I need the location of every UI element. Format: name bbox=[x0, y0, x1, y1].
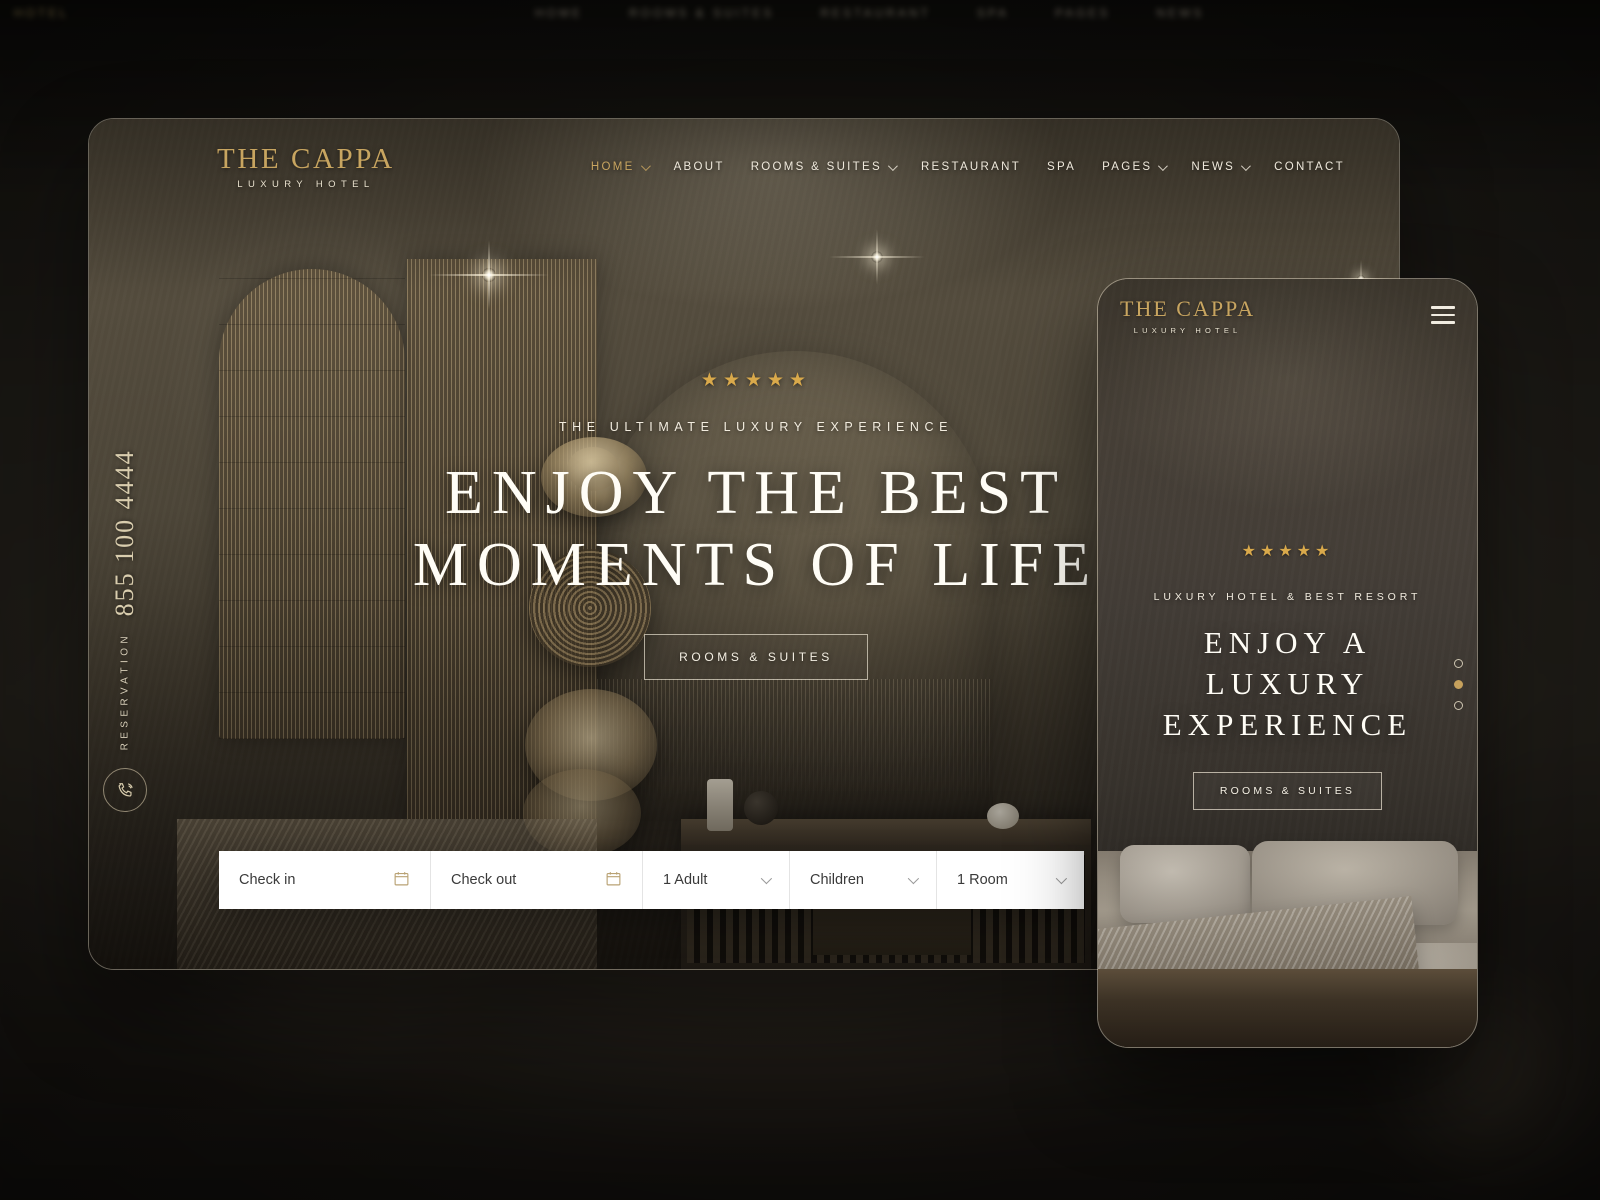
slider-dot[interactable] bbox=[1454, 659, 1463, 668]
calendar-icon bbox=[393, 870, 410, 891]
children-select[interactable]: Children bbox=[790, 851, 937, 909]
nav-item-label: HOME bbox=[590, 161, 635, 173]
calendar-icon bbox=[605, 870, 622, 891]
nav-item-label: RESTAURANT bbox=[920, 161, 1022, 173]
ghost-nav-logo: HOTEL bbox=[14, 6, 70, 20]
ghost-nav-item: SPA bbox=[976, 6, 1009, 20]
ghost-nav-item: NEWS bbox=[1156, 6, 1205, 20]
mobile-logo-mark: THE CAPPA bbox=[1120, 295, 1256, 321]
nav-item-pages[interactable]: PAGES bbox=[1102, 160, 1169, 173]
reservation-vertical-text: RESERVATION 855 100 4444 bbox=[110, 449, 140, 750]
hamburger-menu-icon[interactable] bbox=[1431, 306, 1455, 324]
chevron-down-icon bbox=[760, 872, 773, 885]
chevron-down-icon bbox=[1158, 160, 1169, 171]
mobile-header: THE CAPPA LUXURY HOTEL bbox=[1098, 279, 1477, 351]
rooms-select[interactable]: 1 Room bbox=[937, 851, 1084, 909]
phone-icon bbox=[118, 783, 133, 797]
star-rating-icons: ★★★★★ bbox=[700, 370, 812, 391]
nav-item-label: ROOMS & SUITES bbox=[750, 161, 882, 173]
site-logo[interactable]: THE CAPPA LUXURY HOTEL bbox=[217, 142, 395, 190]
rooms-value: 1 Room bbox=[957, 872, 1008, 888]
nav-item-home[interactable]: HOME bbox=[590, 160, 651, 173]
ghost-nav-item: HOME bbox=[535, 6, 584, 20]
mobile-star-rating-icons: ★★★★★ bbox=[1241, 543, 1334, 560]
nav-item-about[interactable]: ABOUT bbox=[674, 161, 725, 173]
mobile-logo-subtitle: LUXURY HOTEL bbox=[1133, 325, 1242, 335]
backdrop-ghost-nav: HOTEL HOME ROOMS & SUITES RESTAURANT SPA… bbox=[0, 0, 1600, 26]
checkin-field[interactable]: Check in bbox=[219, 851, 431, 909]
mobile-hero-eyebrow: LUXURY HOTEL & BEST RESORT bbox=[1153, 591, 1422, 603]
reservation-label: RESERVATION bbox=[119, 632, 131, 751]
nav-item-label: SPA bbox=[1047, 161, 1077, 173]
slider-dot[interactable] bbox=[1454, 701, 1463, 710]
mobile-slider-dots bbox=[1454, 659, 1463, 710]
nav-item-news[interactable]: NEWS bbox=[1191, 160, 1251, 173]
mobile-rooms-suites-button[interactable]: ROOMS & SUITES bbox=[1192, 771, 1383, 810]
checkin-value: Check in bbox=[239, 872, 296, 888]
chevron-down-icon bbox=[907, 872, 920, 885]
nav-item-spa[interactable]: SPA bbox=[1047, 161, 1076, 173]
checkout-value: Check out bbox=[451, 872, 517, 888]
rooms-suites-button[interactable]: ROOMS & SUITES bbox=[644, 633, 868, 680]
logo-mark: THE CAPPA bbox=[217, 142, 395, 175]
reservation-phone-number[interactable]: 855 100 4444 bbox=[110, 449, 140, 616]
nav-item-restaurant[interactable]: RESTAURANT bbox=[921, 161, 1021, 173]
mobile-mockup: THE CAPPA LUXURY HOTEL ★★★★★ LUXURY HOTE… bbox=[1097, 278, 1478, 1048]
reservation-rail: RESERVATION 855 100 4444 bbox=[103, 449, 147, 813]
nav-item-rooms-suites[interactable]: ROOMS & SUITES bbox=[750, 160, 898, 173]
mobile-site-logo[interactable]: THE CAPPA LUXURY HOTEL bbox=[1120, 296, 1255, 335]
booking-bar: Check in Check out 1 Adult Children 1 Ro… bbox=[219, 851, 1084, 909]
chevron-down-icon bbox=[887, 160, 898, 171]
ghost-nav-item: RESTAURANT bbox=[820, 6, 931, 20]
checkout-field[interactable]: Check out bbox=[431, 851, 643, 909]
desktop-header: THE CAPPA LUXURY HOTEL HOME ABOUT ROOMS … bbox=[89, 119, 1399, 215]
nav-item-label: CONTACT bbox=[1274, 161, 1345, 173]
logo-subtitle: LUXURY HOTEL bbox=[237, 178, 375, 190]
phone-call-button[interactable] bbox=[103, 768, 147, 813]
chevron-down-icon bbox=[640, 160, 651, 171]
children-value: Children bbox=[810, 872, 864, 888]
nav-item-contact[interactable]: CONTACT bbox=[1274, 161, 1345, 173]
slider-dot-active[interactable] bbox=[1454, 680, 1463, 689]
mobile-hero-headline: ENJOY A LUXURY EXPERIENCE bbox=[1162, 625, 1413, 742]
ghost-nav-item: PAGES bbox=[1054, 6, 1111, 20]
hero-eyebrow: THE ULTIMATE LUXURY EXPERIENCE bbox=[558, 420, 954, 434]
nav-item-label: PAGES bbox=[1102, 161, 1153, 173]
nav-item-label: NEWS bbox=[1191, 161, 1236, 173]
ghost-nav-item: ROOMS & SUITES bbox=[629, 6, 775, 20]
adults-select[interactable]: 1 Adult bbox=[643, 851, 790, 909]
nav-item-label: ABOUT bbox=[673, 161, 725, 173]
main-navigation: HOME ABOUT ROOMS & SUITES RESTAURANT SPA… bbox=[590, 160, 1345, 173]
mobile-hero-content: ★★★★★ LUXURY HOTEL & BEST RESORT ENJOY A… bbox=[1098, 541, 1477, 810]
chevron-down-icon bbox=[1241, 160, 1251, 171]
chevron-down-icon bbox=[1055, 872, 1068, 885]
adults-value: 1 Adult bbox=[663, 872, 708, 888]
hero-headline: ENJOY THE BEST MOMENTS OF LIFE bbox=[412, 459, 1100, 599]
